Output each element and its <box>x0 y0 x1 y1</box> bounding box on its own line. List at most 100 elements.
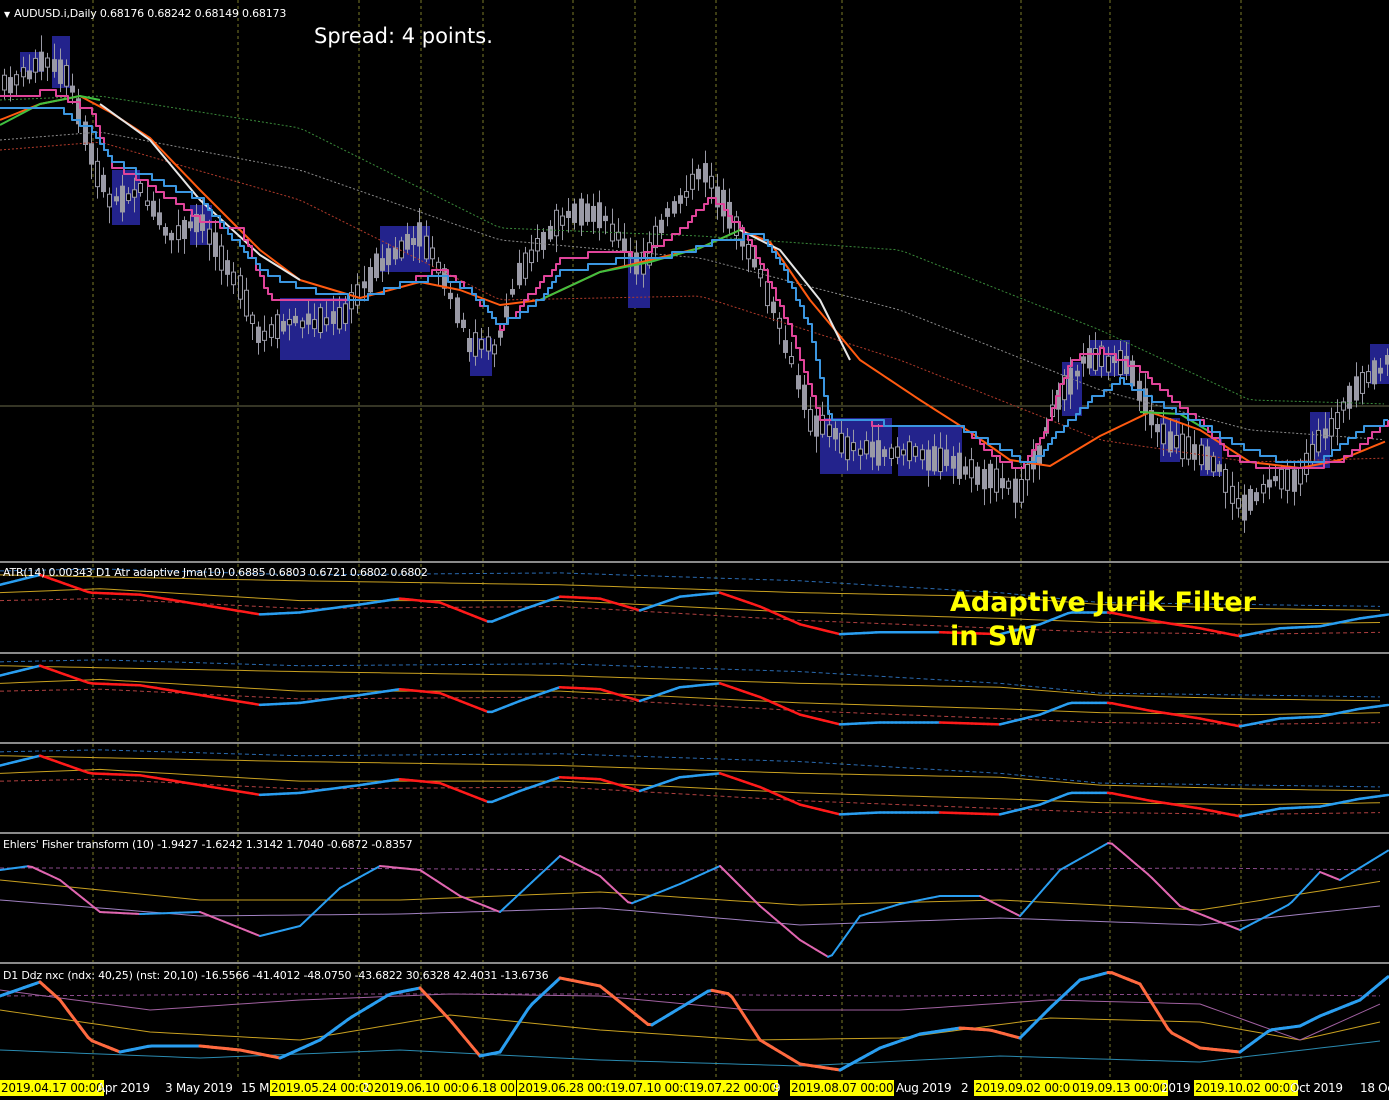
time-axis-label: 18 Oc <box>1360 1081 1389 1095</box>
jma-value-segment <box>1382 613 1389 617</box>
candle-body <box>1192 444 1197 460</box>
candle-body <box>337 307 342 330</box>
candle-body <box>492 344 497 355</box>
candle-body <box>1217 464 1222 472</box>
candle-body <box>591 205 596 222</box>
candle-body <box>8 77 13 94</box>
fisher-band <box>0 879 1381 911</box>
candle-body <box>275 314 280 339</box>
candle-body <box>486 336 491 352</box>
candle-body <box>52 59 57 72</box>
candle-body <box>1087 348 1092 369</box>
candle-body <box>1366 371 1371 384</box>
candle-body <box>554 209 559 237</box>
candle-body <box>231 271 236 286</box>
candle-body <box>653 225 658 249</box>
candle-body <box>703 163 708 183</box>
candle-body <box>672 201 677 214</box>
symbol-header-text: AUDUSD.i,Daily 0.68176 0.68242 0.68149 0… <box>13 7 287 20</box>
time-axis-label: 2019.05.24 00:00 <box>270 1080 375 1096</box>
candle-body <box>1174 434 1179 449</box>
candle-body <box>802 384 807 410</box>
fisher-value-segment <box>851 920 857 929</box>
candle-body <box>870 441 875 458</box>
annotation-line-1: Adaptive Jurik Filter <box>950 587 1256 618</box>
candle-body <box>535 238 540 252</box>
candle-body <box>250 314 255 325</box>
candle-body <box>213 232 218 257</box>
jma-pane-2[interactable] <box>0 659 1389 728</box>
candle-body <box>994 468 999 493</box>
candle-body <box>1000 478 1005 489</box>
candle-body <box>300 320 305 329</box>
candle-body <box>1378 367 1383 374</box>
jma-dash-band <box>0 659 1381 698</box>
time-axis-label: 2019 <box>1161 1081 1191 1095</box>
collapse-arrow-icon[interactable]: ▼ <box>4 10 10 19</box>
candle-body <box>1130 360 1135 387</box>
symbol-header: ▼ AUDUSD.i,Daily 0.68176 0.68242 0.68149 … <box>4 7 286 20</box>
candle-body <box>1161 423 1166 445</box>
candle-body <box>269 324 274 338</box>
candle-body <box>684 191 689 198</box>
fisher-transform-pane[interactable] <box>0 842 1389 958</box>
candle-body <box>814 415 819 437</box>
ddz-header: D1 Ddz nxc (ndx: 40,25) (nst: 20,10) -16… <box>3 969 549 982</box>
candle-body <box>839 432 844 454</box>
candle-body <box>1068 367 1073 395</box>
pane-separator[interactable] <box>0 561 1389 563</box>
candle-body <box>827 424 832 437</box>
candle-body <box>529 249 534 264</box>
fisher-value-segment <box>843 931 849 940</box>
candle-body <box>89 143 94 165</box>
candle-body <box>901 449 906 456</box>
candle-body <box>262 330 267 341</box>
price-chart-pane[interactable] <box>0 35 1389 533</box>
jma-value-segment <box>1382 793 1389 797</box>
candle-body <box>1242 494 1247 521</box>
candle-body <box>461 319 466 329</box>
fisher-band-2 <box>0 899 1381 926</box>
candle-body <box>864 440 869 455</box>
candle-body <box>318 307 323 333</box>
candle-body <box>659 219 664 234</box>
candle-body <box>194 213 199 233</box>
candle-body <box>690 173 695 190</box>
fisher-value-segment <box>1383 849 1389 855</box>
fisher-value-segment <box>855 915 861 923</box>
ddz-upper-level <box>0 993 1381 997</box>
candle-body <box>1304 452 1309 475</box>
candle-body <box>1273 476 1278 482</box>
candle-body <box>436 261 441 274</box>
candle-body <box>895 446 900 458</box>
candle-body <box>182 219 187 240</box>
jma-pane-3[interactable] <box>0 749 1389 818</box>
candle-body <box>616 231 621 241</box>
candle-body <box>399 240 404 259</box>
candle-body <box>585 203 590 222</box>
pane-separator[interactable] <box>0 832 1389 834</box>
pane-separator[interactable] <box>0 742 1389 744</box>
pane-separator[interactable] <box>0 962 1389 964</box>
candle-body <box>777 317 782 329</box>
candle-body <box>932 446 937 472</box>
candle-body <box>1279 468 1284 490</box>
candle-body <box>510 289 515 295</box>
candle-body <box>1037 445 1042 465</box>
ddz-nxc-pane[interactable] <box>0 971 1389 1072</box>
candle-body <box>988 463 993 489</box>
chart-canvas[interactable] <box>0 0 1389 1100</box>
candle-body <box>1075 370 1080 377</box>
candle-body <box>21 67 26 78</box>
candle-body <box>1335 412 1340 430</box>
candle-body <box>845 436 850 461</box>
candle-body <box>27 70 32 80</box>
candle-body <box>238 275 243 300</box>
candle-body <box>188 221 193 229</box>
candle-body <box>45 57 50 68</box>
candle-body <box>920 449 925 461</box>
period-separators <box>92 0 1242 1078</box>
time-axis[interactable]: 2019.04.17 00:00 Apr 2019 3 May 2019 15 M 20… <box>0 1078 1389 1100</box>
candle-body <box>287 318 292 326</box>
fisher-value-segment <box>835 943 841 951</box>
